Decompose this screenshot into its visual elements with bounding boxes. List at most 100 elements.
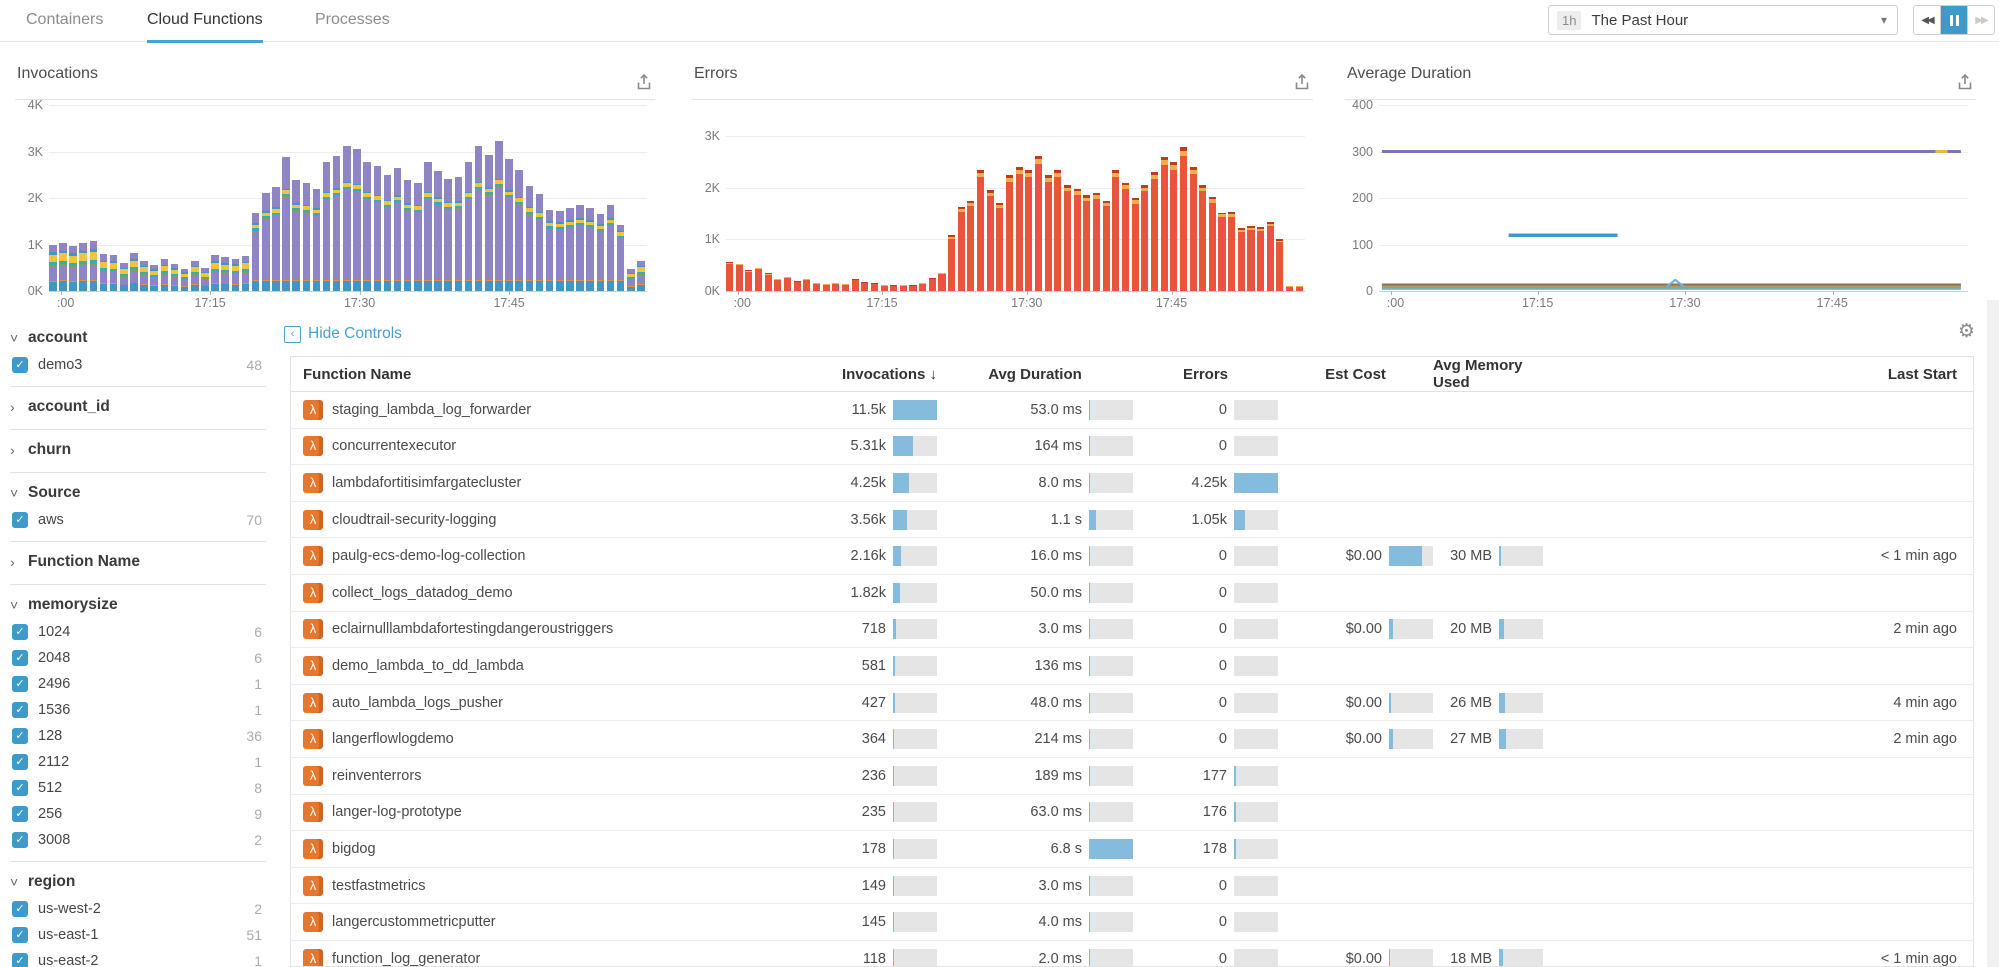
facet-item-us-west-2[interactable]: ✓us-west-22 bbox=[10, 896, 266, 922]
table-row[interactable]: λbigdog1786.8 s178 bbox=[291, 831, 1973, 868]
checkbox-checked[interactable]: ✓ bbox=[12, 927, 28, 943]
function-name-cell[interactable]: λcollect_logs_datadog_demo bbox=[303, 583, 800, 603]
function-name-cell[interactable]: λreinventerrors bbox=[303, 766, 800, 786]
table-row[interactable]: λlangercustommetricputter1454.0 ms0 bbox=[291, 904, 1973, 941]
facet-item-count: 36 bbox=[246, 728, 262, 744]
facet-item-1024[interactable]: ✓10246 bbox=[10, 619, 266, 645]
checkbox-checked[interactable]: ✓ bbox=[12, 780, 28, 796]
facet-header[interactable]: ˅Source bbox=[10, 479, 266, 507]
function-name-cell[interactable]: λlangercustommetricputter bbox=[303, 912, 800, 932]
facet-header[interactable]: ›churn bbox=[10, 436, 266, 464]
table-row[interactable]: λcollect_logs_datadog_demo1.82k50.0 ms0 bbox=[291, 575, 1973, 612]
facet-item-us-east-2[interactable]: ✓us-east-21 bbox=[10, 948, 266, 967]
checkbox-checked[interactable]: ✓ bbox=[12, 806, 28, 822]
checkbox-checked[interactable]: ✓ bbox=[12, 754, 28, 770]
facet-item-2112[interactable]: ✓21121 bbox=[10, 749, 266, 775]
table-row[interactable]: λcloudtrail-security-logging3.56k1.1 s1.… bbox=[291, 502, 1973, 539]
col-est-cost[interactable]: Est Cost bbox=[1278, 366, 1433, 383]
hide-controls-button[interactable]: ‹ Hide Controls bbox=[284, 325, 402, 343]
table-row[interactable]: λtestfastmetrics1493.0 ms0 bbox=[291, 868, 1973, 905]
facet-item-3008[interactable]: ✓30082 bbox=[10, 827, 266, 853]
skip-back-button[interactable]: ◀◀ bbox=[1914, 6, 1941, 34]
errors-value: 0 bbox=[1133, 585, 1227, 601]
table-row[interactable]: λdemo_lambda_to_dd_lambda581136 ms0 bbox=[291, 648, 1973, 685]
facet-item-us-east-1[interactable]: ✓us-east-151 bbox=[10, 922, 266, 948]
table-row[interactable]: λlambdafortitisimfargatecluster4.25k8.0 … bbox=[291, 465, 1973, 502]
facet-item-aws[interactable]: ✓aws70 bbox=[10, 507, 266, 533]
table-row[interactable]: λreinventerrors236189 ms177 bbox=[291, 758, 1973, 795]
col-errors[interactable]: Errors bbox=[1133, 366, 1278, 383]
function-name-cell[interactable]: λcloudtrail-security-logging bbox=[303, 510, 800, 530]
gear-icon[interactable]: ⚙ bbox=[1958, 320, 1975, 343]
table-row[interactable]: λfunction_log_generator1182.0 ms0$0.0018… bbox=[291, 941, 1973, 967]
table-row[interactable]: λlanger-log-prototype23563.0 ms176 bbox=[291, 795, 1973, 832]
function-name-cell[interactable]: λtestfastmetrics bbox=[303, 876, 800, 896]
checkbox-checked[interactable]: ✓ bbox=[12, 624, 28, 640]
function-name-cell[interactable]: λlangerflowlogdemo bbox=[303, 729, 800, 749]
checkbox-checked[interactable]: ✓ bbox=[12, 901, 28, 917]
facet-item-256[interactable]: ✓2569 bbox=[10, 801, 266, 827]
facet-header[interactable]: ˅region bbox=[10, 868, 266, 896]
function-name-cell[interactable]: λpaulg-ecs-demo-log-collection bbox=[303, 546, 800, 566]
pause-button[interactable] bbox=[1941, 6, 1968, 34]
facet-header[interactable]: ˅account bbox=[10, 324, 266, 352]
facet-header[interactable]: ˅memorysize bbox=[10, 591, 266, 619]
col-function-name[interactable]: Function Name bbox=[303, 366, 801, 383]
facet-header[interactable]: ›account_id bbox=[10, 393, 266, 421]
checkbox-checked[interactable]: ✓ bbox=[12, 728, 28, 744]
vertical-scrollbar[interactable] bbox=[1987, 300, 1999, 967]
checkbox-checked[interactable]: ✓ bbox=[12, 953, 28, 967]
facet-item-demo3[interactable]: ✓demo348 bbox=[10, 352, 266, 378]
checkbox-checked[interactable]: ✓ bbox=[12, 832, 28, 848]
checkbox-checked[interactable]: ✓ bbox=[12, 676, 28, 692]
chart-plot-area[interactable]: 0K1K2K3K:0017:1517:3017:45 bbox=[726, 105, 1305, 291]
col-invocations[interactable]: Invocations ↓ bbox=[801, 366, 937, 383]
facet-title: region bbox=[28, 873, 75, 891]
chart-plot-area[interactable]: 0100200300400:0017:1517:3017:45 bbox=[1379, 105, 1968, 291]
export-chart-icon[interactable] bbox=[1956, 73, 1974, 91]
lambda-icon: λ bbox=[303, 766, 323, 786]
facet-item-512[interactable]: ✓5128 bbox=[10, 775, 266, 801]
col-last-start[interactable]: Last Start bbox=[1543, 366, 1973, 383]
function-name-cell[interactable]: λauto_lambda_logs_pusher bbox=[303, 693, 800, 713]
function-name-cell[interactable]: λbigdog bbox=[303, 839, 800, 859]
facet-header[interactable]: ›Function Name bbox=[10, 548, 266, 576]
export-chart-icon[interactable] bbox=[1293, 73, 1311, 91]
errors-value: 0 bbox=[1133, 878, 1227, 894]
tab-containers[interactable]: Containers bbox=[26, 0, 103, 40]
facet-item-2048[interactable]: ✓20486 bbox=[10, 645, 266, 671]
checkbox-checked[interactable]: ✓ bbox=[12, 702, 28, 718]
function-name-cell[interactable]: λlambdafortitisimfargatecluster bbox=[303, 473, 800, 493]
table-row[interactable]: λauto_lambda_logs_pusher42748.0 ms0$0.00… bbox=[291, 685, 1973, 722]
time-range-picker[interactable]: 1h The Past Hour ▾ bbox=[1548, 5, 1898, 35]
function-name-cell[interactable]: λfunction_log_generator bbox=[303, 949, 800, 967]
last-start-value: 2 min ago bbox=[1543, 731, 1973, 747]
bar bbox=[434, 171, 442, 291]
bar bbox=[1170, 162, 1177, 291]
table-row[interactable]: λpaulg-ecs-demo-log-collection2.16k16.0 … bbox=[291, 538, 1973, 575]
function-name-cell[interactable]: λconcurrentexecutor bbox=[303, 436, 800, 456]
facet-item-2496[interactable]: ✓24961 bbox=[10, 671, 266, 697]
table-row[interactable]: λstaging_lambda_log_forwarder11.5k53.0 m… bbox=[291, 392, 1973, 429]
chart-plot-area[interactable]: 0K1K2K3K4K:0017:1517:3017:45 bbox=[49, 105, 647, 291]
tab-processes[interactable]: Processes bbox=[315, 0, 390, 40]
tab-cloud-functions[interactable]: Cloud Functions bbox=[147, 0, 263, 43]
table-row[interactable]: λlangerflowlogdemo364214 ms0$0.0027 MB2 … bbox=[291, 721, 1973, 758]
facet-item-128[interactable]: ✓12836 bbox=[10, 723, 266, 749]
function-name-cell[interactable]: λdemo_lambda_to_dd_lambda bbox=[303, 656, 800, 676]
col-avg-memory-used[interactable]: Avg Memory Used bbox=[1433, 357, 1543, 391]
checkbox-checked[interactable]: ✓ bbox=[12, 357, 28, 373]
table-row[interactable]: λeclairnulllambdafortestingdangeroustrig… bbox=[291, 612, 1973, 649]
facet-section-memorysize: ˅memorysize✓10246✓20486✓24961✓15361✓1283… bbox=[10, 585, 266, 862]
function-name-cell[interactable]: λeclairnulllambdafortestingdangeroustrig… bbox=[303, 619, 800, 639]
function-name-cell[interactable]: λstaging_lambda_log_forwarder bbox=[303, 400, 800, 420]
skip-forward-button[interactable]: ▶▶ bbox=[1968, 6, 1994, 34]
facet-item-1536[interactable]: ✓15361 bbox=[10, 697, 266, 723]
table-row[interactable]: λconcurrentexecutor5.31k164 ms0 bbox=[291, 429, 1973, 466]
checkbox-checked[interactable]: ✓ bbox=[12, 512, 28, 528]
metric-bar bbox=[1389, 729, 1433, 749]
col-avg-duration[interactable]: Avg Duration bbox=[937, 366, 1133, 383]
function-name-cell[interactable]: λlanger-log-prototype bbox=[303, 802, 800, 822]
export-chart-icon[interactable] bbox=[635, 73, 653, 91]
checkbox-checked[interactable]: ✓ bbox=[12, 650, 28, 666]
